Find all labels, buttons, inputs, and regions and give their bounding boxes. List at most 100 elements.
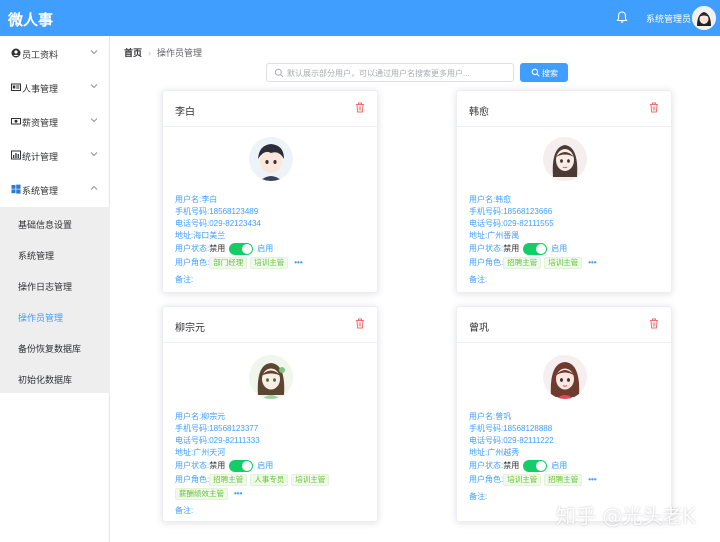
user-circle-icon <box>11 48 21 58</box>
menu-system[interactable]: 系统管理 <box>0 172 110 206</box>
user-name[interactable]: 系统管理员 <box>646 12 691 25</box>
menu-statistics[interactable]: 统计管理 <box>0 138 110 172</box>
search-button[interactable]: 搜索 <box>520 63 568 82</box>
breadcrumb-separator: › <box>148 48 152 58</box>
user-avatar[interactable] <box>692 6 716 30</box>
tel-label: 电话号码: <box>469 436 504 445</box>
submenu-basic-settings[interactable]: 基础信息设置 <box>0 207 110 238</box>
more-roles-button[interactable]: ••• <box>588 474 596 486</box>
chevron-down-icon <box>90 118 98 123</box>
status-toggle[interactable] <box>523 243 548 255</box>
more-roles-button[interactable]: ••• <box>234 488 242 500</box>
trash-icon[interactable] <box>649 102 659 113</box>
operator-avatar <box>249 355 293 399</box>
status-toggle[interactable] <box>229 243 254 255</box>
menu-label: 系统管理 <box>22 186 59 196</box>
role-tag: 招聘主管 <box>503 257 542 269</box>
submenu-backup-restore[interactable]: 备份恢复数据库 <box>0 331 110 362</box>
remark-label: 备注: <box>469 492 488 501</box>
search-icon <box>274 68 284 78</box>
search-input[interactable] <box>287 66 509 80</box>
address-value: 广州番禺 <box>487 231 520 240</box>
submenu-label: 系统管理 <box>18 251 55 261</box>
card-header: 李白 <box>163 91 377 127</box>
username-value: 韩愈 <box>495 195 512 204</box>
submenu-init-db[interactable]: 初始化数据库 <box>0 362 110 393</box>
menu-employee-info[interactable]: 员工资料 <box>0 36 110 70</box>
sidebar: 员工资料 人事管理 薪资管理 统计管理 系统管理 基础信息设置 系统管理 操作日… <box>0 36 110 542</box>
card-title: 柳宗元 <box>175 323 205 334</box>
roles-label: 用户角色: <box>175 475 210 484</box>
menu-personnel[interactable]: 人事管理 <box>0 70 110 104</box>
operator-info: 用户名:柳宗元 手机号码:18568123377 电话号码:029-821113… <box>175 411 371 517</box>
app-title: 微人事 <box>8 12 54 29</box>
username-label: 用户名: <box>469 195 496 204</box>
chevron-down-icon <box>90 50 98 55</box>
tel-label: 电话号码: <box>175 219 210 228</box>
phone-value: 18568123489 <box>209 207 259 216</box>
phone-label: 手机号码: <box>175 207 210 216</box>
operator-info: 用户名:李白 手机号码:18568123489 电话号码:029-8212343… <box>175 194 371 286</box>
role-tag: 培训主管 <box>250 257 289 269</box>
address-value: 广州越秀 <box>487 448 520 457</box>
top-header: 微人事 系统管理员 <box>0 0 720 36</box>
status-label: 用户状态: <box>469 461 504 470</box>
trash-icon[interactable] <box>649 318 659 329</box>
breadcrumb-current: 操作员管理 <box>157 48 203 58</box>
card-header: 韩愈 <box>457 91 671 127</box>
watermark: 知乎 @光头老K <box>556 504 696 528</box>
trash-icon[interactable] <box>355 102 365 113</box>
phone-label: 手机号码: <box>469 207 504 216</box>
trash-icon[interactable] <box>355 318 365 329</box>
status-toggle[interactable] <box>229 460 254 472</box>
role-tag: 招聘主管 <box>544 474 583 486</box>
menu-label: 统计管理 <box>22 152 59 162</box>
status-toggle[interactable] <box>523 460 548 472</box>
remark-label: 备注: <box>469 275 488 284</box>
username-label: 用户名: <box>175 412 202 421</box>
phone-label: 手机号码: <box>175 424 210 433</box>
tel-value: 029-82111333 <box>209 436 260 445</box>
submenu-system[interactable]: 系统管理 <box>0 238 110 269</box>
windows-icon <box>11 184 21 194</box>
phone-value: 18568128888 <box>503 424 553 433</box>
operator-card: 韩愈 用户名:韩愈 手机号码:18568123666 电话号码:029-8211… <box>456 90 672 293</box>
address-value: 海口美兰 <box>193 231 226 240</box>
tel-label: 电话号码: <box>175 436 210 445</box>
role-tag: 部门经理 <box>209 257 248 269</box>
status-enabled-label: 启用 <box>257 244 274 253</box>
submenu-label: 基础信息设置 <box>18 220 73 230</box>
menu-salary[interactable]: 薪资管理 <box>0 104 110 138</box>
username-label: 用户名: <box>175 195 202 204</box>
breadcrumb: 首页 › 操作员管理 <box>124 46 202 59</box>
menu-label: 薪资管理 <box>22 118 59 128</box>
submenu-label: 操作员管理 <box>18 313 64 323</box>
submenu-operator-manage[interactable]: 操作员管理 <box>0 300 110 331</box>
bell-icon[interactable] <box>615 10 629 24</box>
more-roles-button[interactable]: ••• <box>588 257 596 269</box>
status-disabled-label: 禁用 <box>503 244 520 253</box>
address-value: 广州天河 <box>193 448 226 457</box>
status-disabled-label: 禁用 <box>503 461 520 470</box>
search-button-label: 搜索 <box>542 69 558 78</box>
status-label: 用户状态: <box>175 461 210 470</box>
status-enabled-label: 启用 <box>551 244 568 253</box>
operator-info: 用户名:韩愈 手机号码:18568123666 电话号码:029-8211155… <box>469 194 665 286</box>
submenu-operation-log[interactable]: 操作日志管理 <box>0 269 110 300</box>
menu-label: 人事管理 <box>22 84 59 94</box>
operator-card: 李白 用户名:李白 手机号码:18568123489 电话号码:029-8212… <box>162 90 378 293</box>
role-tag: 薪酬绩效主管 <box>175 488 228 500</box>
search-icon <box>531 68 540 77</box>
role-tag: 人事专员 <box>250 474 289 486</box>
username-value: 柳宗元 <box>201 412 226 421</box>
username-label: 用户名: <box>469 412 496 421</box>
breadcrumb-home[interactable]: 首页 <box>124 48 142 58</box>
roles-label: 用户角色: <box>469 475 504 484</box>
tel-value: 029-82111555 <box>503 219 554 228</box>
address-label: 地址: <box>469 448 488 457</box>
operator-card: 曾巩 用户名:曾巩 手机号码:18568128888 电话号码:029-8211… <box>456 306 672 522</box>
status-disabled-label: 禁用 <box>209 244 226 253</box>
search-field[interactable] <box>266 63 514 82</box>
status-label: 用户状态: <box>175 244 210 253</box>
more-roles-button[interactable]: ••• <box>294 257 302 269</box>
